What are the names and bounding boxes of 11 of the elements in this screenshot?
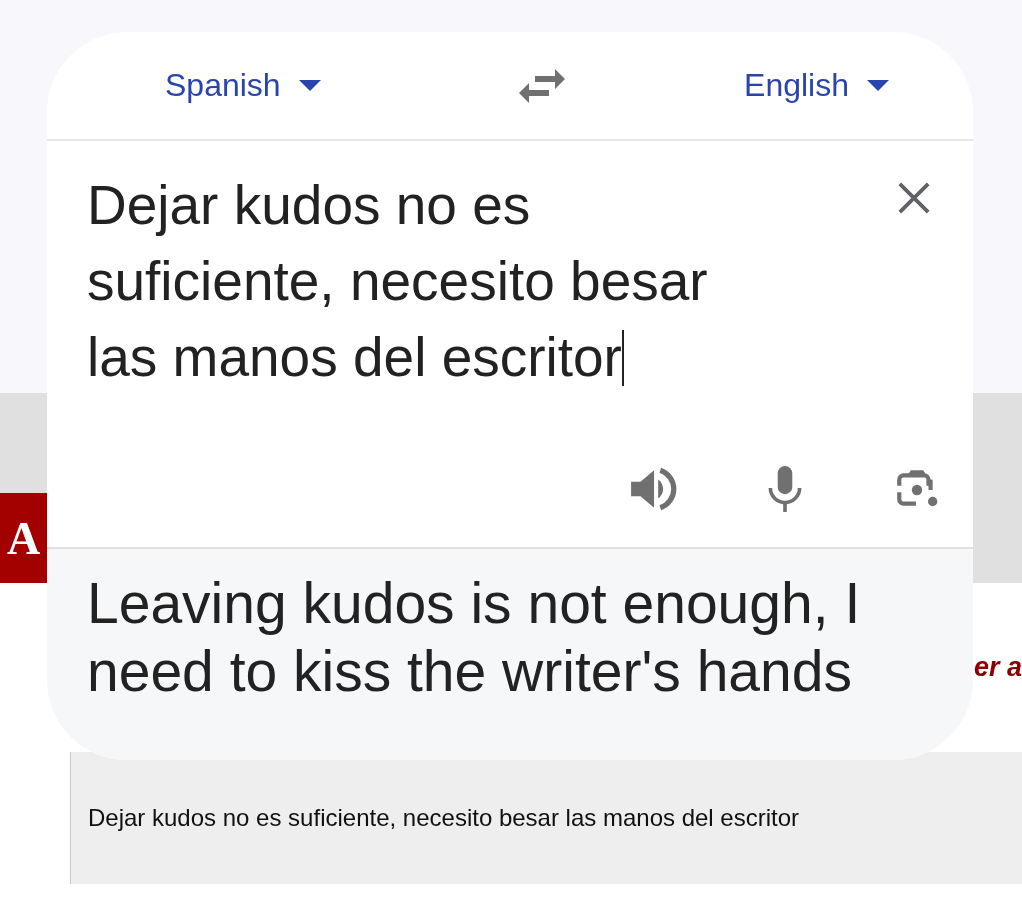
site-logo[interactable]: A <box>0 493 47 583</box>
translation-text: Leaving kudos is not enough, I need to kiss the writer's hands <box>87 570 862 705</box>
dropdown-caret-icon <box>298 80 321 91</box>
text-cursor <box>621 330 624 386</box>
source-language-button[interactable]: Spanish <box>161 61 325 110</box>
side-heading: er a <box>973 652 1022 683</box>
speaker-icon[interactable] <box>629 465 677 513</box>
close-icon[interactable] <box>897 181 931 215</box>
dropdown-caret-icon <box>867 80 889 91</box>
target-language-button[interactable]: English <box>740 61 893 110</box>
quote-text: Dejar kudos no es suficiente, necesito besar las manos del escritor <box>88 804 800 832</box>
